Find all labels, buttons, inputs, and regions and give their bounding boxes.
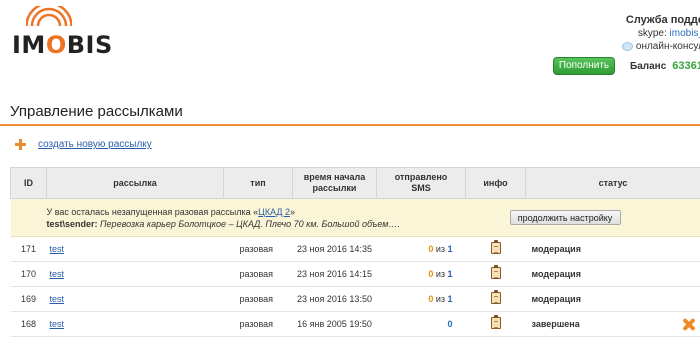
row-id: 168 xyxy=(10,311,47,337)
imobis-logo[interactable]: IMOBIS xyxy=(8,6,118,68)
table-header: ID рассылка тип время начала рассылки отп… xyxy=(10,167,700,199)
table-row: 169 test разовая 23 ноя 2016 13:50 0 из … xyxy=(10,286,700,312)
logo-text: IMOBIS xyxy=(12,31,113,59)
clipboard-icon[interactable] xyxy=(490,240,501,254)
row-time: 23 ноя 2016 14:15 xyxy=(292,261,377,287)
row-status: модерация xyxy=(525,236,700,262)
balance-value: 63361.3 xyxy=(672,60,700,72)
row-sent: 0 xyxy=(376,311,466,337)
balance: Баланс63361.3 xyxy=(630,60,700,72)
col-info: инфо xyxy=(465,167,526,199)
col-time[interactable]: время начала рассылки xyxy=(292,167,377,199)
row-status: модерация xyxy=(525,286,700,312)
support-title: Служба подде xyxy=(625,14,700,26)
clipboard-icon[interactable] xyxy=(490,290,501,304)
plus-icon xyxy=(15,139,26,150)
mailing-name-link[interactable]: test xyxy=(50,319,65,329)
topup-button[interactable]: Пополнить xyxy=(553,57,615,75)
row-type: разовая xyxy=(223,286,293,312)
row-time: 23 ноя 2016 14:35 xyxy=(292,236,377,262)
support-block: Служба подде skype: imobis_ онлайн-консу… xyxy=(621,14,700,52)
chat-icon xyxy=(621,42,633,51)
col-type[interactable]: тип xyxy=(223,167,293,199)
row-sent: 0 из 1 xyxy=(376,286,466,312)
row-status: модерация xyxy=(525,261,700,287)
row-type: разовая xyxy=(223,311,293,337)
row-time: 23 ноя 2016 13:50 xyxy=(292,286,377,312)
mailing-name-link[interactable]: test xyxy=(50,244,65,254)
table-row: 170 test разовая 23 ноя 2016 14:15 0 из … xyxy=(10,261,700,287)
row-sent: 0 из 1 xyxy=(376,236,466,262)
draft-sender: test\sender: xyxy=(46,218,98,229)
col-sent[interactable]: отправлено SMS xyxy=(376,167,466,199)
clipboard-icon[interactable] xyxy=(490,315,501,329)
draft-mailing-link[interactable]: ЦКАД 2 xyxy=(258,207,290,217)
clipboard-icon[interactable] xyxy=(490,265,501,279)
create-mailing[interactable]: создать новую рассылку xyxy=(15,139,152,150)
mailings-table: ID рассылка тип время начала рассылки отп… xyxy=(10,167,700,337)
draft-notice: У вас осталась незапущенная разовая расс… xyxy=(10,198,700,237)
continue-setup-button[interactable]: продолжить настройку xyxy=(509,210,621,225)
row-id: 170 xyxy=(10,261,47,287)
title-divider xyxy=(0,124,700,126)
table-row: 168 test разовая 16 янв 2005 19:50 0 зав… xyxy=(10,311,700,337)
mailing-name-link[interactable]: test xyxy=(50,269,65,279)
draft-notice-text: У вас осталась незапущенная разовая расс… xyxy=(10,198,466,237)
support-skype: skype: imobis_ xyxy=(622,28,700,39)
draft-message: Перевозка карьер Болотцкое – ЦКАД. Плечо… xyxy=(97,218,400,229)
row-time: 16 янв 2005 19:50 xyxy=(292,311,377,337)
signal-arcs-icon xyxy=(26,6,72,27)
row-type: разовая xyxy=(223,261,293,287)
create-mailing-link[interactable]: создать новую рассылку xyxy=(38,139,152,150)
table-row: 171 test разовая 23 ноя 2016 14:35 0 из … xyxy=(10,236,700,262)
row-id: 171 xyxy=(10,236,47,262)
col-name[interactable]: рассылка xyxy=(46,167,224,199)
skype-link[interactable]: imobis_ xyxy=(670,28,700,39)
col-id[interactable]: ID xyxy=(10,167,47,199)
row-type: разовая xyxy=(223,236,293,262)
col-status[interactable]: статус xyxy=(525,167,700,199)
row-sent: 0 из 1 xyxy=(376,261,466,287)
page-title: Управление рассылками xyxy=(10,103,183,120)
row-id: 169 xyxy=(10,286,47,312)
mailing-name-link[interactable]: test xyxy=(50,294,65,304)
delete-icon[interactable] xyxy=(682,318,695,331)
support-chat[interactable]: онлайн-консул xyxy=(621,41,700,52)
row-status: завершена xyxy=(525,311,700,337)
